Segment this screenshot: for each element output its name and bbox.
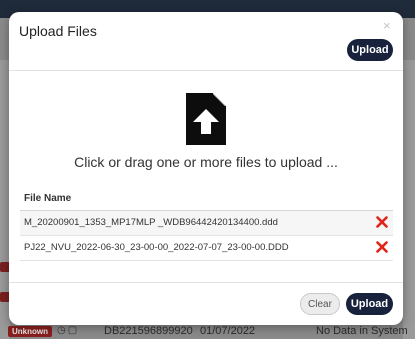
remove-file-icon[interactable] (376, 216, 388, 228)
file-name-header: File Name (24, 193, 72, 204)
remove-file-icon[interactable] (376, 241, 388, 253)
dialog-footer-divider (9, 282, 403, 283)
file-type-icons: ◷▢ (57, 325, 80, 336)
file-row: PJ22_NVU_2022-06-30_23-00-00_2022-07-07_… (20, 236, 393, 261)
file-name: M_20200901_1353_MP17MLP _WDB964424201344… (24, 217, 278, 228)
file-row: M_20200901_1353_MP17MLP _WDB964424201344… (20, 211, 393, 236)
unknown-badge: Unknown (8, 326, 52, 337)
dialog-header: Upload Files × Upload (9, 12, 403, 71)
file-name: PJ22_NVU_2022-06-30_23-00-00_2022-07-07_… (24, 242, 289, 253)
file-upload-icon[interactable] (186, 93, 226, 145)
upload-files-dialog: Upload Files × Upload Click or drag one … (9, 12, 403, 325)
row-status: No Data in System (316, 325, 408, 337)
background-right-edge (403, 60, 415, 339)
card-number: DB22159689992​0 (104, 325, 193, 337)
upload-button-top[interactable]: Upload (347, 39, 393, 61)
clear-button[interactable]: Clear (300, 293, 340, 315)
drop-zone-text[interactable]: Click or drag one or more files to uploa… (9, 154, 403, 170)
dialog-title: Upload Files (19, 23, 97, 39)
upload-button[interactable]: Upload (346, 293, 393, 315)
close-icon[interactable]: × (383, 18, 391, 33)
row-date: 01/07/2022 (200, 325, 256, 337)
